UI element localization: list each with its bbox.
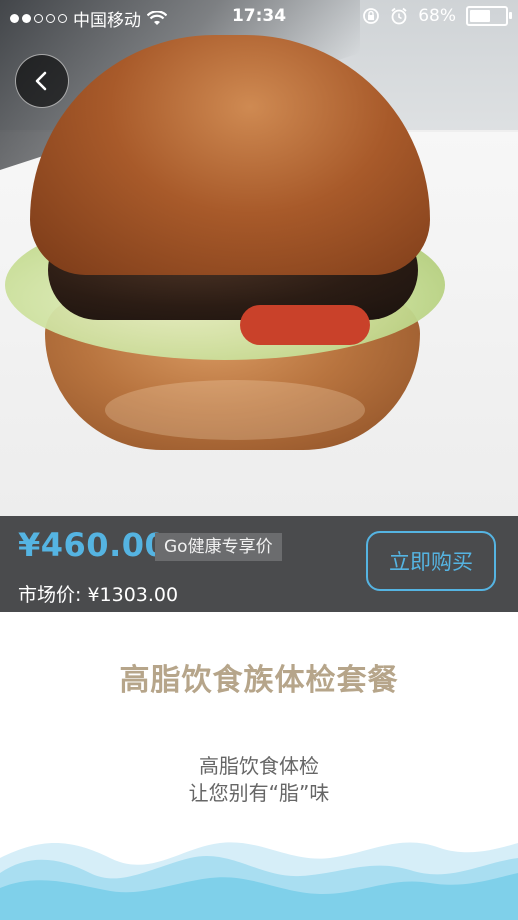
alarm-icon — [391, 7, 407, 25]
price-tag-badge: Go健康专享价 — [155, 533, 282, 561]
market-price: 市场价: ¥1303.00 — [18, 584, 179, 606]
decorative-waves — [0, 842, 518, 920]
battery-percentage: 68% — [418, 6, 456, 26]
status-bar: 中国移动 17:34 68% — [0, 0, 518, 34]
rotation-lock-icon — [363, 8, 380, 24]
tomato-slice — [240, 305, 370, 345]
battery-icon — [466, 6, 512, 26]
price-value: ¥460.00 — [18, 526, 168, 564]
hero-image — [0, 0, 518, 516]
chevron-left-icon — [35, 71, 47, 91]
package-subtitle-line2: 让您别有“脂”味 — [188, 781, 330, 805]
status-right: 68% — [362, 6, 512, 26]
package-subtitle-line1: 高脂饮食体检 — [199, 754, 319, 778]
back-button[interactable] — [15, 54, 69, 108]
buy-now-button[interactable]: 立即购买 — [366, 531, 496, 591]
package-title: 高脂饮食族体检套餐 — [119, 663, 399, 698]
battery-fill — [470, 10, 490, 22]
